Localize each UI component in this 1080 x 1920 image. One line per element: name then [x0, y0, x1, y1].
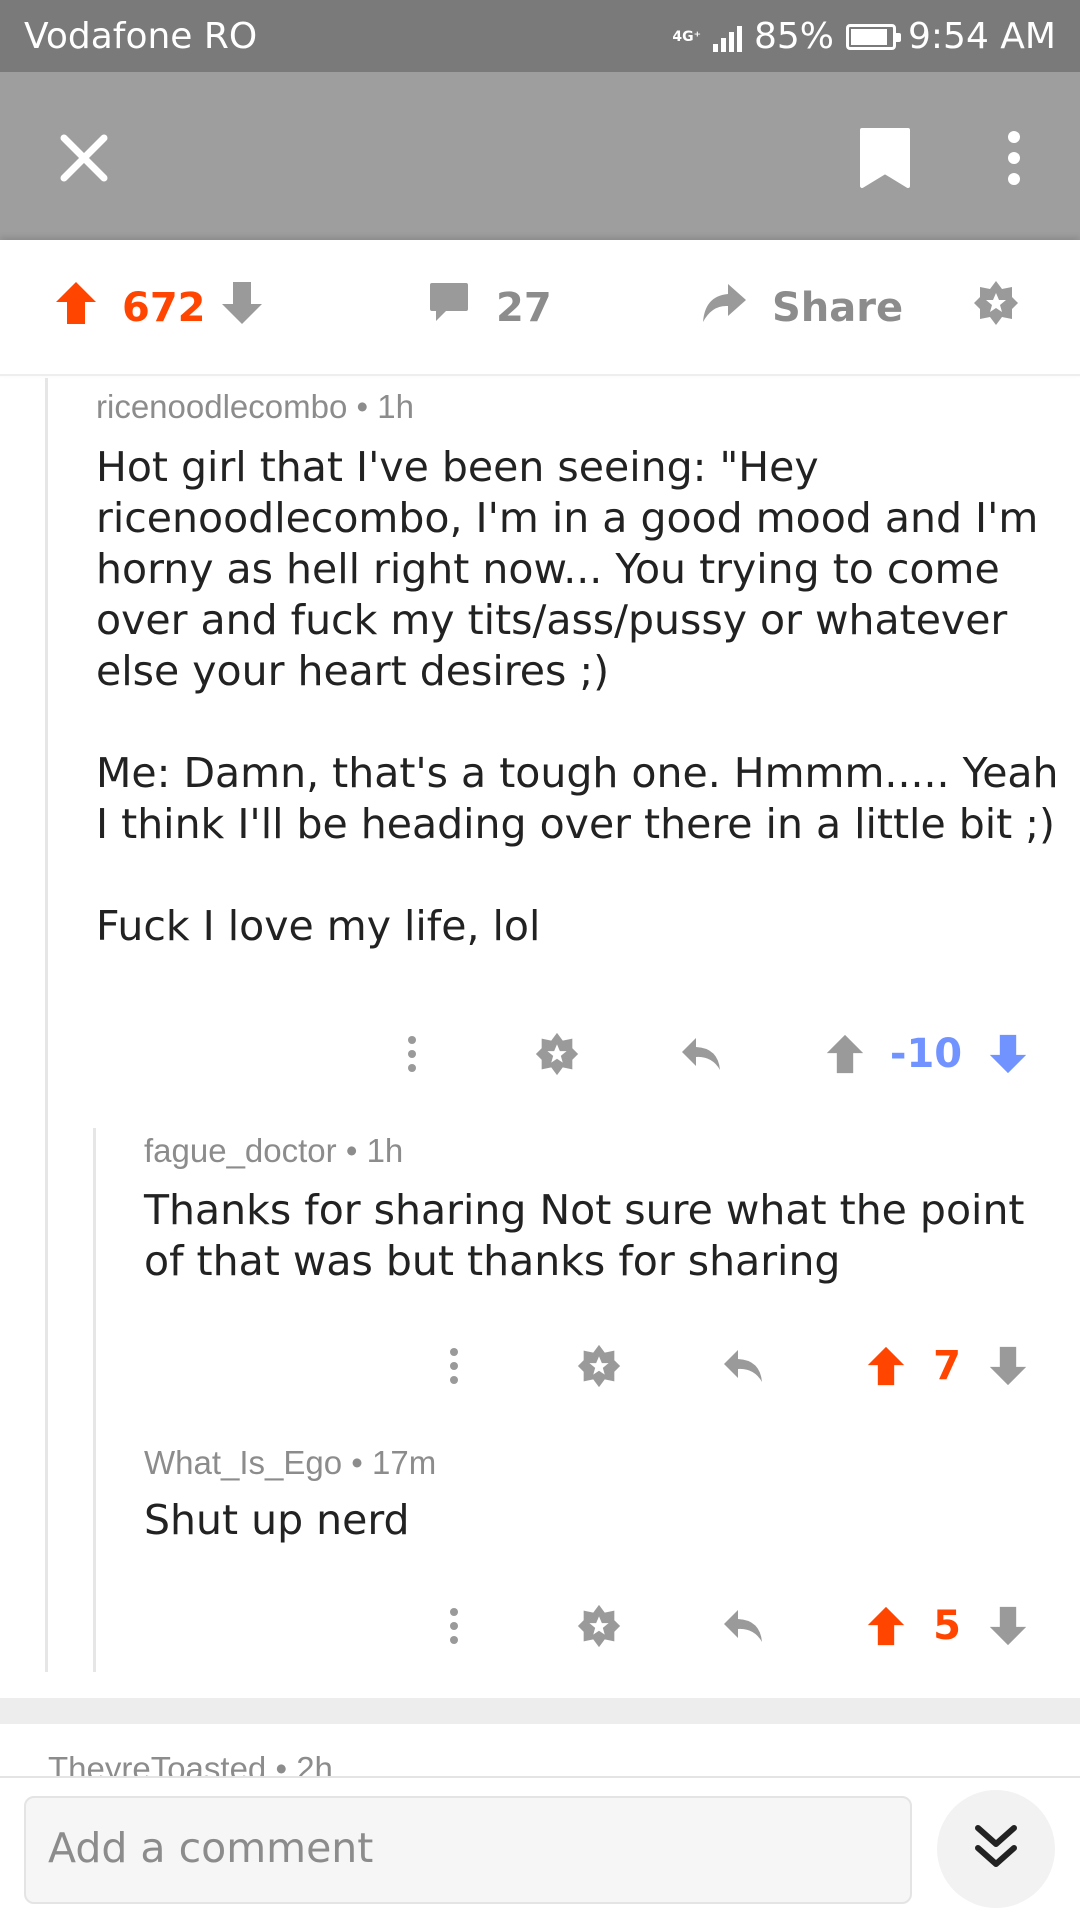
- comment-meta: ricenoodlecombo • 1h: [96, 388, 414, 425]
- downvote-icon[interactable]: [220, 280, 264, 336]
- post-vote-group: 672: [54, 240, 264, 376]
- more-options-icon[interactable]: [392, 1019, 432, 1089]
- comment-author[interactable]: fague_doctor: [144, 1132, 337, 1169]
- comment-actions: -10: [0, 1019, 1080, 1089]
- comment-score: 5: [933, 1603, 961, 1649]
- double-chevron-down-icon: [972, 1822, 1020, 1876]
- post-score: 672: [122, 285, 206, 331]
- downvote-icon[interactable]: [985, 1331, 1031, 1401]
- battery-icon: [846, 23, 902, 50]
- comment-score: 7: [933, 1343, 961, 1389]
- share-label: Share: [772, 285, 904, 331]
- comment-actions: 7: [0, 1331, 1080, 1401]
- comment-body: Shut up nerd: [144, 1495, 1064, 1546]
- award-button[interactable]: [972, 240, 1020, 376]
- reply-icon[interactable]: [718, 1331, 770, 1401]
- comment-paragraph: Fuck I love my life, lol: [96, 902, 541, 950]
- comment-actions: 5: [0, 1591, 1080, 1661]
- comment-author[interactable]: What_Is_Ego: [144, 1444, 342, 1481]
- comment-meta: fague_doctor • 1h: [144, 1132, 404, 1169]
- comment-author[interactable]: ricenoodlecombo: [96, 388, 347, 425]
- comment-body: Thanks for sharing Not sure what the poi…: [144, 1185, 1064, 1287]
- battery-percent: 85%: [754, 16, 835, 57]
- jump-to-next-button[interactable]: [937, 1790, 1055, 1908]
- award-icon: [972, 279, 1020, 337]
- reply-icon[interactable]: [676, 1019, 728, 1089]
- comment-paragraph: Shut up nerd: [144, 1496, 410, 1544]
- carrier-name: Vodafone RO: [24, 16, 258, 57]
- signal-icon: [713, 22, 742, 52]
- status-bar: Vodafone RO 4G⁺ 85% 9:54 AM: [0, 0, 1080, 72]
- more-options-icon[interactable]: [434, 1591, 474, 1661]
- comment-paragraph: Me: Damn, that's a tough one. Hmmm..... …: [96, 749, 1059, 848]
- comment-paragraph: Thanks for sharing Not sure what the poi…: [144, 1186, 1025, 1285]
- reply-icon[interactable]: [718, 1591, 770, 1661]
- comment-score: -10: [889, 1031, 963, 1077]
- share-icon: [700, 282, 748, 334]
- comment-composer-bar: Add a comment: [0, 1776, 1080, 1920]
- add-comment-placeholder: Add a comment: [48, 1824, 374, 1872]
- comment-time: 1h: [366, 1132, 404, 1169]
- award-icon[interactable]: [572, 1591, 626, 1661]
- comments-button[interactable]: 27: [428, 240, 552, 376]
- comment-time: 17m: [372, 1444, 437, 1481]
- clock: 9:54 AM: [908, 16, 1056, 57]
- share-button[interactable]: Share: [700, 240, 903, 376]
- comment-meta: What_Is_Ego • 17m: [144, 1444, 437, 1481]
- network-type: 4G⁺: [672, 28, 701, 45]
- downvote-icon[interactable]: [985, 1019, 1031, 1089]
- upvote-icon[interactable]: [822, 1019, 868, 1089]
- close-icon[interactable]: [56, 130, 112, 186]
- more-options-icon[interactable]: [996, 128, 1032, 188]
- add-comment-input[interactable]: Add a comment: [24, 1796, 912, 1904]
- award-icon[interactable]: [530, 1019, 584, 1089]
- award-icon[interactable]: [572, 1331, 626, 1401]
- post-action-bar: 672 27 Share: [0, 240, 1080, 376]
- app-bar: [0, 72, 1080, 240]
- more-options-icon[interactable]: [434, 1331, 474, 1401]
- upvote-icon[interactable]: [863, 1591, 909, 1661]
- upvote-icon[interactable]: [863, 1331, 909, 1401]
- comment-body: Hot girl that I've been seeing: "Hey ric…: [96, 442, 1066, 952]
- comment-paragraph: Hot girl that I've been seeing: "Hey ric…: [96, 443, 1039, 695]
- comment-icon: [428, 281, 470, 335]
- comment-count: 27: [496, 285, 552, 331]
- upvote-icon[interactable]: [54, 280, 98, 336]
- downvote-icon[interactable]: [985, 1591, 1031, 1661]
- section-divider: [0, 1698, 1080, 1724]
- bookmark-icon[interactable]: [858, 126, 912, 190]
- comment-time: 1h: [377, 388, 414, 425]
